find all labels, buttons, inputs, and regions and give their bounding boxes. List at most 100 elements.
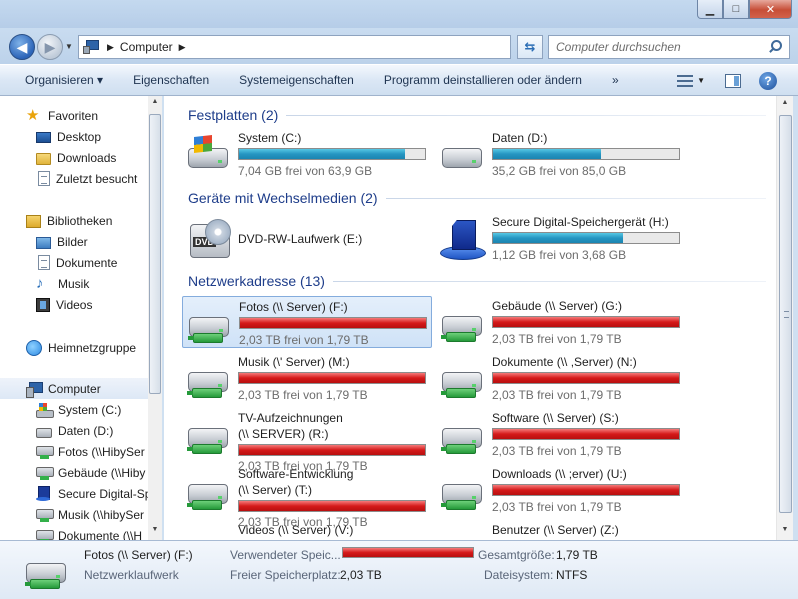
details-total-value: 1,79 TB xyxy=(556,548,598,562)
window-border xyxy=(793,96,798,540)
preview-pane-icon[interactable] xyxy=(725,73,741,88)
drive-tile-dokumente-n[interactable]: Dokumente (\\ ,Server) (N:) 2,03 TB frei… xyxy=(436,352,686,404)
breadcrumb-separator[interactable]: ▶ xyxy=(179,42,186,53)
sidebar-item-system-c[interactable]: System (C:) xyxy=(0,399,148,420)
drive-tile-dvd-e[interactable]: DVD DVD-RW-Laufwerk (E:) xyxy=(182,212,432,264)
group-header-network[interactable]: Netzwerkadresse (13) xyxy=(188,271,776,291)
forward-button[interactable]: ▶ xyxy=(37,34,63,60)
more-commands-button[interactable]: » xyxy=(597,73,634,87)
usage-fill xyxy=(493,317,679,327)
group-header-removable[interactable]: Geräte mit Wechselmedien (2) xyxy=(188,188,776,208)
drive-tile-daten-d[interactable]: Daten (D:) 35,2 GB frei von 85,0 GB xyxy=(436,128,686,180)
navigation-pane: ★ Favoriten Desktop Downloads Zuletzt be… xyxy=(0,96,148,540)
sidebar-item-videos[interactable]: Videos xyxy=(0,294,148,315)
scroll-up-arrow[interactable]: ▲ xyxy=(148,98,162,105)
drive-name: DVD-RW-Laufwerk (E:) xyxy=(238,232,363,246)
sidebar-item-documents[interactable]: Dokumente xyxy=(0,252,148,273)
drive-tile-gebaeude-g[interactable]: Gebäude (\\ Server) (G:) 2,03 TB frei vo… xyxy=(436,296,686,348)
sidebar-item-favorites[interactable]: ★ Favoriten xyxy=(0,105,148,126)
drive-tile-benutzer-z[interactable]: Benutzer (\\ Server) (Z:) xyxy=(436,520,686,540)
drive-usage-bar xyxy=(492,316,680,328)
title-bar: ▁ □ ✕ xyxy=(0,0,798,28)
sidebar-item-label: Downloads xyxy=(57,150,117,165)
drive-usage-bar xyxy=(238,500,426,512)
sidebar-item-desktop[interactable]: Desktop xyxy=(0,126,148,147)
drive-usage-bar xyxy=(492,372,680,384)
drive-name: Secure Digital-Speichergerät (H:) xyxy=(492,215,669,229)
recent-pages-dropdown[interactable]: ▼ xyxy=(65,42,75,51)
drive-tile-software-s[interactable]: Software (\\ Server) (S:) 2,03 TB frei v… xyxy=(436,408,686,460)
breadcrumb-separator[interactable]: ▶ xyxy=(107,42,114,53)
maximize-button[interactable]: □ xyxy=(723,0,749,19)
sidebar-item-label: Gebäude (\\Hiby xyxy=(58,465,146,480)
breadcrumb-computer[interactable]: Computer xyxy=(120,40,173,54)
navigation-pane-scrollbar[interactable]: ▲ ▼ xyxy=(148,96,162,540)
sidebar-item-label: System (C:) xyxy=(58,402,122,417)
sidebar-item-dokumente-net[interactable]: Dokumente (\\H xyxy=(0,525,148,540)
scrollbar-thumb[interactable] xyxy=(779,115,792,513)
system-properties-button[interactable]: Systemeigenschaften xyxy=(224,73,369,87)
arrow-right-icon: ▶ xyxy=(44,38,56,55)
details-filesystem-value: NTFS xyxy=(556,568,588,582)
usage-fill xyxy=(493,233,624,243)
details-drive-type: Netzwerklaufwerk xyxy=(84,568,179,582)
view-options-dropdown[interactable]: ▼ xyxy=(697,76,705,85)
sidebar-item-downloads[interactable]: Downloads xyxy=(0,147,148,168)
drive-tile-software-entwicklung-t[interactable]: Software-Entwicklung (\\ Server) (T:) 2,… xyxy=(182,464,432,529)
sidebar-item-musik-net[interactable]: Musik (\\hibySer xyxy=(0,504,148,525)
details-usage-bar xyxy=(342,547,474,558)
close-button[interactable]: ✕ xyxy=(749,0,792,19)
hard-drive-icon xyxy=(440,134,488,176)
group-divider xyxy=(385,197,766,199)
sidebar-item-gebaeude[interactable]: Gebäude (\\Hiby xyxy=(0,462,148,483)
back-button[interactable]: ◀ xyxy=(9,34,35,60)
drive-tile-downloads-u[interactable]: Downloads (\\ ;erver) (U:) 2,03 TB frei … xyxy=(436,464,686,516)
scroll-down-arrow[interactable]: ▼ xyxy=(778,526,792,533)
drive-tile-fotos-f[interactable]: Fotos (\\ Server) (F:) 2,03 TB frei von … xyxy=(182,296,432,348)
organize-menu[interactable]: Organisieren ▾ xyxy=(0,73,118,87)
search-icon[interactable] xyxy=(767,38,785,56)
sidebar-item-label: Favoriten xyxy=(48,108,99,123)
change-view-icon[interactable] xyxy=(677,74,694,88)
group-title: Festplatten (2) xyxy=(188,107,279,123)
address-bar[interactable]: ▶ Computer ▶ xyxy=(78,35,511,59)
properties-button[interactable]: Eigenschaften xyxy=(118,73,224,87)
recent-places-icon xyxy=(38,171,50,186)
minimize-button[interactable]: ▁ xyxy=(697,0,723,19)
details-used-label: Verwendeter Speic... xyxy=(230,548,341,562)
group-title: Geräte mit Wechselmedien (2) xyxy=(188,190,378,206)
drive-tile-sd-h[interactable]: Secure Digital-Speichergerät (H:) 1,12 G… xyxy=(436,212,686,264)
search-box[interactable] xyxy=(548,35,790,59)
sidebar-item-homegroup[interactable]: Heimnetzgruppe xyxy=(0,337,148,358)
sidebar-item-label: Bibliotheken xyxy=(47,213,113,228)
command-bar: Organisieren ▾ Eigenschaften Systemeigen… xyxy=(0,64,798,96)
usage-fill xyxy=(493,485,679,495)
drive-tile-tv-r[interactable]: TV-Aufzeichnungen (\\ SERVER) (R:) 2,03 … xyxy=(182,408,432,473)
usage-fill xyxy=(493,373,679,383)
drive-tile-videos-v[interactable]: Videos (\\ Server) (V:) xyxy=(182,520,432,540)
sidebar-item-secure-digital[interactable]: Secure Digital-Sp xyxy=(0,483,148,504)
drive-free-space: 2,03 TB frei von 1,79 TB xyxy=(239,333,369,347)
details-free-label: Freier Speicherplatz: xyxy=(230,568,341,582)
uninstall-program-button[interactable]: Programm deinstallieren oder ändern xyxy=(369,73,597,87)
drive-name: Fotos (\\ Server) (F:) xyxy=(239,300,348,314)
group-header-hard-disks[interactable]: Festplatten (2) xyxy=(188,105,776,125)
sidebar-item-music[interactable]: ♪ Musik xyxy=(0,273,148,294)
refresh-button[interactable]: ⇆ xyxy=(517,35,543,59)
scroll-down-arrow[interactable]: ▼ xyxy=(148,526,162,533)
help-icon[interactable]: ? xyxy=(759,71,777,90)
scroll-up-arrow[interactable]: ▲ xyxy=(778,99,792,106)
drive-tile-musik-m[interactable]: Musik (\' Server) (M:) 2,03 TB frei von … xyxy=(182,352,432,404)
system-drive-icon xyxy=(186,134,234,176)
drive-name: Downloads (\\ ;erver) (U:) xyxy=(492,467,627,481)
search-input[interactable] xyxy=(549,40,767,54)
sidebar-item-daten-d[interactable]: Daten (D:) xyxy=(0,420,148,441)
sidebar-item-libraries[interactable]: Bibliotheken xyxy=(0,210,148,231)
sidebar-item-recent[interactable]: Zuletzt besucht xyxy=(0,168,148,189)
content-scrollbar[interactable]: ▲ ▼ xyxy=(776,96,793,540)
scrollbar-thumb[interactable] xyxy=(149,114,161,394)
drive-tile-system-c[interactable]: System (C:) 7,04 GB frei von 63,9 GB xyxy=(182,128,432,180)
sidebar-item-fotos[interactable]: Fotos (\\HibySer xyxy=(0,441,148,462)
sidebar-item-computer[interactable]: Computer xyxy=(0,378,148,399)
sidebar-item-pictures[interactable]: Bilder xyxy=(0,231,148,252)
